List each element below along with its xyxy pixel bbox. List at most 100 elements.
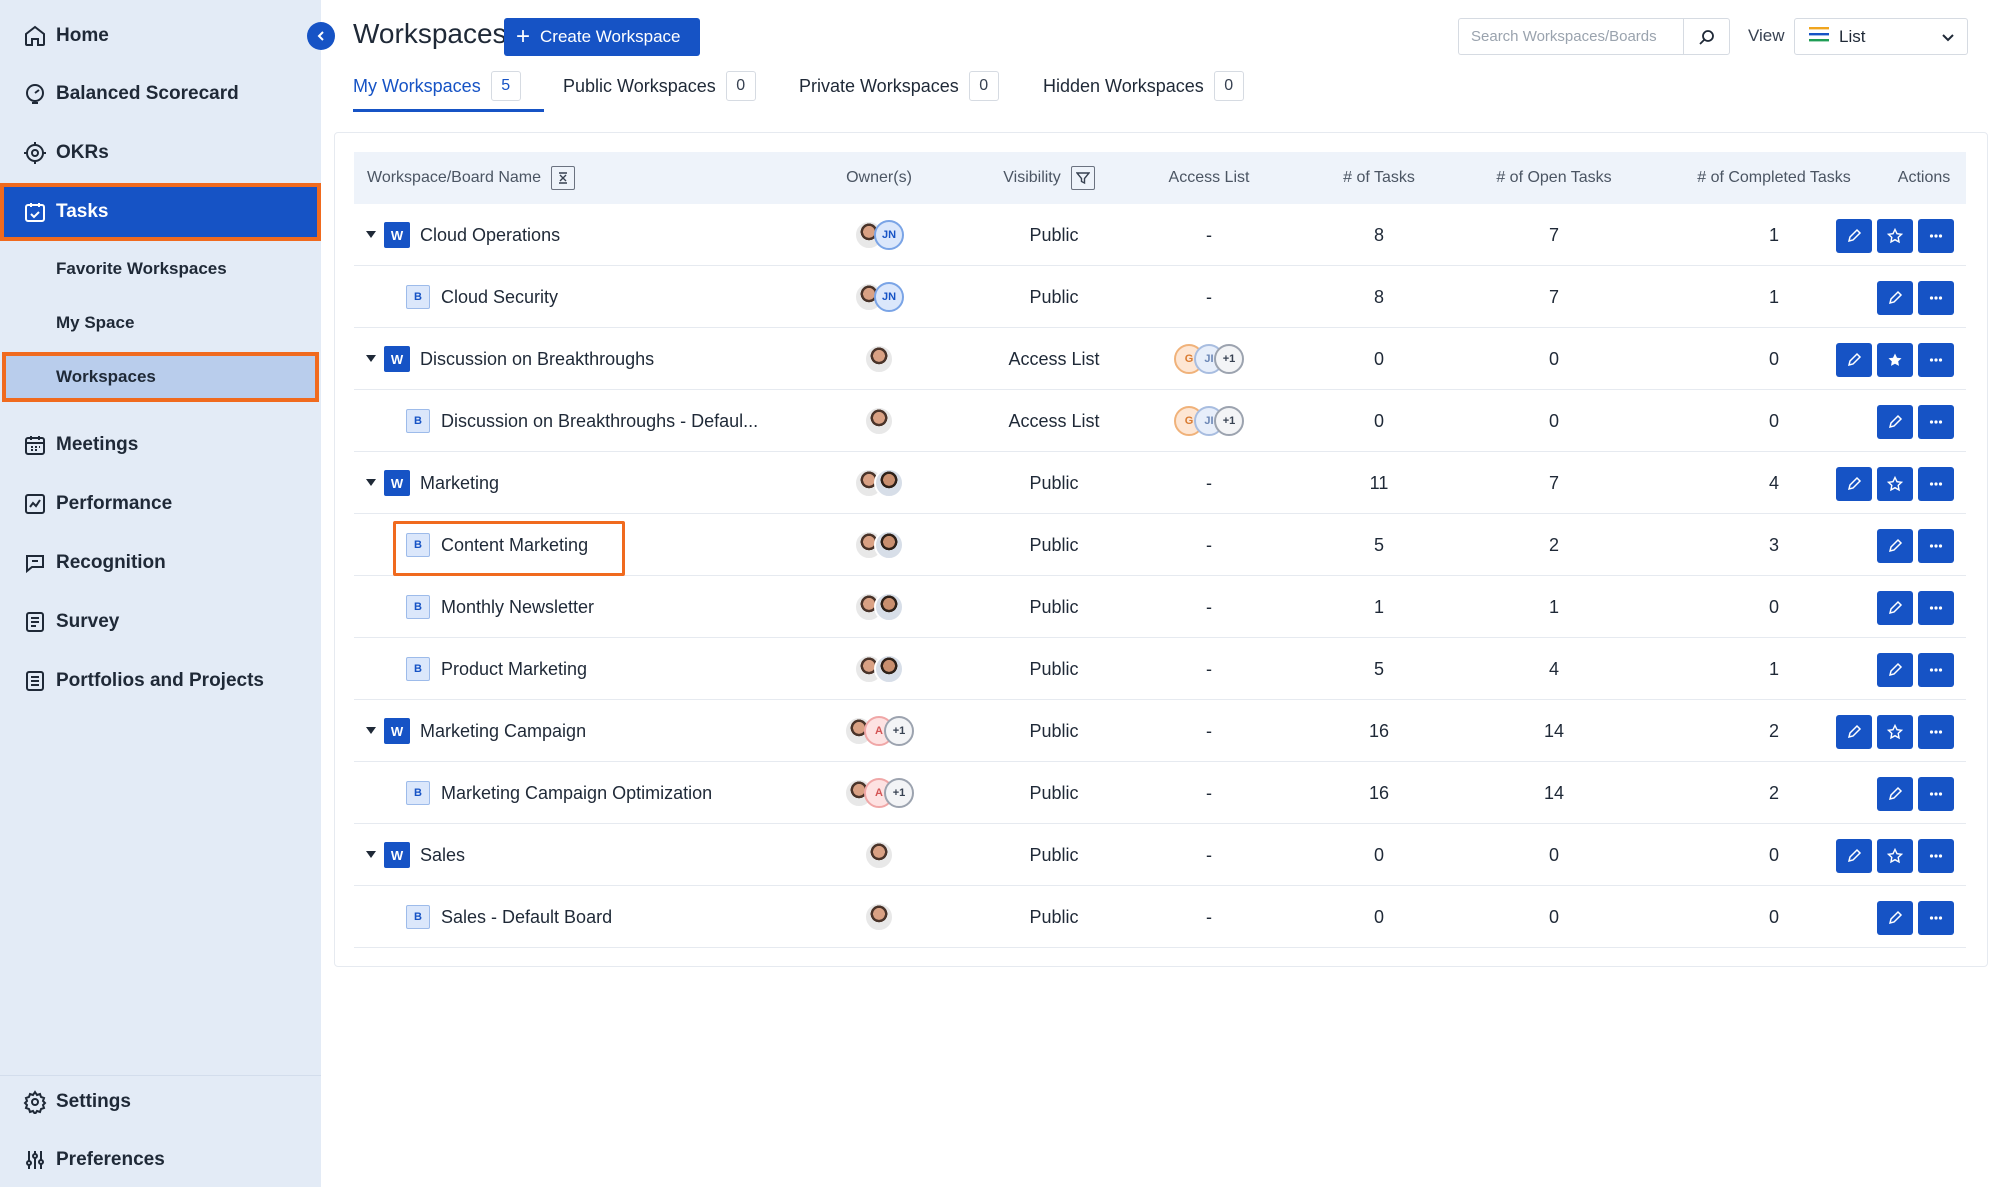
table-row[interactable]: B Cloud Security JN Public -8 7 1 — [354, 266, 1966, 328]
table-row[interactable]: B Marketing Campaign Optimization A +1 Publi… — [354, 762, 1966, 824]
avatar[interactable] — [874, 654, 904, 684]
more-button[interactable] — [1918, 777, 1954, 811]
column-header-name[interactable]: Workspace/Board Name — [367, 152, 575, 204]
workspace-name-cell[interactable]: W Discussion on Breakthroughs — [384, 328, 654, 390]
sidebar-item-settings[interactable]: Settings — [0, 1073, 321, 1131]
workspace-name-cell[interactable]: W Marketing Campaign — [384, 700, 586, 762]
avatar[interactable] — [874, 592, 904, 622]
sidebar-item-meetings[interactable]: Meetings — [0, 416, 321, 474]
workspace-name-cell[interactable]: B Product Marketing — [406, 638, 587, 700]
edit-button[interactable] — [1836, 839, 1872, 873]
expand-caret-icon[interactable] — [366, 479, 376, 486]
tab-public-workspaces[interactable]: Public Workspaces 0 — [563, 65, 756, 107]
filter-icon[interactable] — [1070, 166, 1095, 190]
expand-caret-icon[interactable] — [366, 231, 376, 238]
avatar[interactable]: +1 — [884, 716, 914, 746]
workspace-name-cell[interactable]: B Content Marketing — [406, 514, 588, 576]
avatar[interactable] — [874, 530, 904, 560]
search-button[interactable] — [1683, 18, 1730, 55]
more-button[interactable] — [1918, 839, 1954, 873]
workspace-name-cell[interactable]: B Sales - Default Board — [406, 886, 612, 948]
table-row[interactable]: B Sales - Default Board Public -0 0 0 — [354, 886, 1966, 948]
favorite-button[interactable] — [1877, 343, 1913, 377]
table-row[interactable]: B Monthly Newsletter Public -1 1 0 — [354, 576, 1966, 638]
workspace-name-cell[interactable]: B Marketing Campaign Optimization — [406, 762, 712, 824]
column-header-visibility[interactable]: Visibility — [964, 152, 1134, 204]
avatar[interactable]: +1 — [884, 778, 914, 808]
more-button[interactable] — [1918, 529, 1954, 563]
more-button[interactable] — [1918, 343, 1954, 377]
sidebar-item-okrs[interactable]: OKRs — [0, 124, 321, 182]
clear-sort-icon[interactable] — [551, 166, 575, 190]
table-row[interactable]: B Content Marketing Public -5 2 3 — [354, 514, 1966, 576]
table-row[interactable]: W Cloud Operations JN Public -8 7 1 — [354, 204, 1966, 266]
sidebar-subitem-favorite-workspaces[interactable]: Favorite Workspaces — [0, 244, 321, 294]
workspace-name-cell[interactable]: B Discussion on Breakthroughs - Defaul... — [406, 390, 758, 452]
favorite-button[interactable] — [1877, 715, 1913, 749]
edit-button[interactable] — [1836, 467, 1872, 501]
favorite-button[interactable] — [1877, 219, 1913, 253]
workspace-name-cell[interactable]: B Cloud Security — [406, 266, 558, 328]
sidebar-item-balanced-scorecard[interactable]: Balanced Scorecard — [0, 65, 321, 123]
page-title: Workspaces — [353, 18, 507, 49]
favorite-button[interactable] — [1877, 839, 1913, 873]
edit-button[interactable] — [1877, 529, 1913, 563]
sidebar-item-home[interactable]: Home — [0, 7, 321, 65]
tab-private-workspaces[interactable]: Private Workspaces 0 — [799, 65, 999, 107]
edit-button[interactable] — [1836, 219, 1872, 253]
edit-button[interactable] — [1877, 591, 1913, 625]
avatar[interactable]: +1 — [1214, 406, 1244, 436]
workspace-name-cell[interactable]: B Monthly Newsletter — [406, 576, 594, 638]
expand-caret-icon[interactable] — [366, 355, 376, 362]
more-button[interactable] — [1918, 467, 1954, 501]
create-workspace-button[interactable]: + Create Workspace — [504, 18, 700, 56]
sidebar-item-portfolios-projects[interactable]: Portfolios and Projects — [0, 652, 321, 710]
sidebar-item-recognition[interactable]: Recognition — [0, 534, 321, 592]
more-button[interactable] — [1918, 219, 1954, 253]
sidebar-subitem-my-space[interactable]: My Space — [0, 298, 321, 348]
edit-button[interactable] — [1836, 715, 1872, 749]
avatar[interactable] — [864, 840, 894, 870]
sidebar-item-preferences[interactable]: Preferences — [0, 1131, 321, 1187]
more-button[interactable] — [1918, 901, 1954, 935]
workspace-name-cell[interactable]: W Sales — [384, 824, 465, 886]
avatar[interactable] — [864, 902, 894, 932]
more-button[interactable] — [1918, 405, 1954, 439]
avatar[interactable] — [864, 344, 894, 374]
sidebar-item-tasks[interactable]: Tasks — [0, 183, 321, 241]
sidebar-item-survey[interactable]: Survey — [0, 593, 321, 651]
table-row[interactable]: W Marketing Public -11 7 4 — [354, 452, 1966, 514]
tab-hidden-workspaces[interactable]: Hidden Workspaces 0 — [1043, 65, 1244, 107]
favorite-button[interactable] — [1877, 467, 1913, 501]
edit-button[interactable] — [1877, 777, 1913, 811]
avatar[interactable]: JN — [874, 282, 904, 312]
expand-caret-icon[interactable] — [366, 851, 376, 858]
avatar[interactable] — [874, 468, 904, 498]
edit-button[interactable] — [1877, 281, 1913, 315]
avatar[interactable] — [864, 406, 894, 436]
avatar[interactable]: +1 — [1214, 344, 1244, 374]
table-row[interactable]: W Sales Public -0 0 0 — [354, 824, 1966, 886]
more-button[interactable] — [1918, 715, 1954, 749]
table-row[interactable]: B Product Marketing Public -5 4 1 — [354, 638, 1966, 700]
more-button[interactable] — [1918, 281, 1954, 315]
workspace-name-cell[interactable]: W Marketing — [384, 452, 499, 514]
more-button[interactable] — [1918, 591, 1954, 625]
workspace-name-cell[interactable]: W Cloud Operations — [384, 204, 560, 266]
edit-button[interactable] — [1877, 405, 1913, 439]
sidebar-subitem-workspaces[interactable]: Workspaces — [2, 352, 319, 402]
search-input[interactable]: Search Workspaces/Boards — [1458, 18, 1683, 55]
table-row[interactable]: W Marketing Campaign A +1 Public -16 14 2 — [354, 700, 1966, 762]
more-button[interactable] — [1918, 653, 1954, 687]
expand-caret-icon[interactable] — [366, 727, 376, 734]
sidebar-item-performance[interactable]: Performance — [0, 475, 321, 533]
edit-button[interactable] — [1836, 343, 1872, 377]
edit-button[interactable] — [1877, 901, 1913, 935]
table-row[interactable]: B Discussion on Breakthroughs - Defaul...… — [354, 390, 1966, 452]
tab-my-workspaces[interactable]: My Workspaces 5 — [353, 65, 521, 107]
table-row[interactable]: W Discussion on Breakthroughs Access List G… — [354, 328, 1966, 390]
avatar[interactable]: JN — [874, 220, 904, 250]
sidebar-collapse-button[interactable] — [307, 22, 335, 50]
view-select[interactable]: List — [1794, 18, 1968, 55]
edit-button[interactable] — [1877, 653, 1913, 687]
